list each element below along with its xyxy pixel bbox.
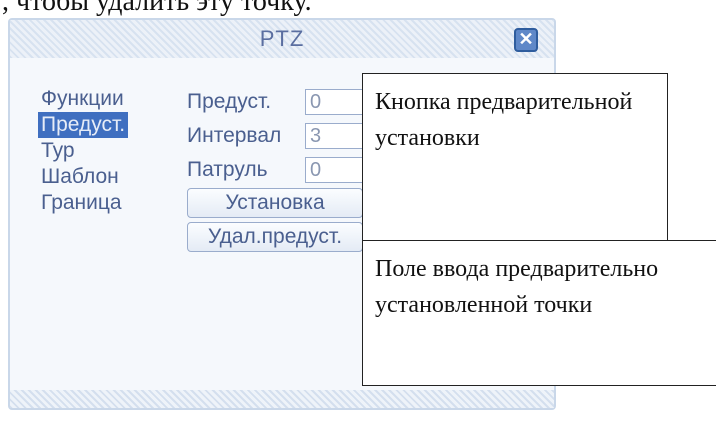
menu-item-tour[interactable]: Тур bbox=[38, 138, 78, 164]
set-preset-button[interactable]: Установка bbox=[187, 188, 363, 218]
dialog-title: PTZ bbox=[259, 26, 305, 51]
menu-item-presets[interactable]: Предуст. bbox=[38, 112, 129, 138]
dialog-titlebar: PTZ ✕ bbox=[10, 20, 554, 58]
menu-item-pattern[interactable]: Шаблон bbox=[38, 164, 122, 190]
preset-input[interactable]: 0 bbox=[305, 89, 365, 115]
interval-row: Интервал 3 bbox=[187, 120, 365, 152]
preset-button-callout: Кнопка предварительной установки bbox=[362, 73, 668, 241]
preset-label: Предуст. bbox=[187, 90, 272, 113]
delete-preset-button[interactable]: Удал.предуст. bbox=[187, 222, 363, 252]
menu-item-functions[interactable]: Функции bbox=[38, 86, 127, 112]
patrol-row: Патруль 0 bbox=[187, 154, 365, 186]
interval-label: Интервал bbox=[187, 124, 282, 147]
patrol-input[interactable]: 0 bbox=[305, 157, 365, 183]
dialog-bottombar bbox=[10, 390, 554, 408]
interval-input[interactable]: 3 bbox=[305, 123, 365, 149]
preset-field-callout: Поле ввода предварительно установленной … bbox=[362, 240, 716, 386]
preset-row: Предуст. 0 bbox=[187, 86, 365, 118]
close-icon[interactable]: ✕ bbox=[514, 28, 538, 52]
ptz-menu: Функции Предуст. Тур Шаблон Граница bbox=[38, 86, 129, 216]
menu-item-border[interactable]: Граница bbox=[38, 190, 125, 216]
patrol-label: Патруль bbox=[187, 158, 268, 181]
page-caption: , чтобы удалить эту точку. bbox=[2, 0, 312, 17]
preset-form: Предуст. 0 Интервал 3 Патруль 0 Установк… bbox=[187, 86, 365, 256]
